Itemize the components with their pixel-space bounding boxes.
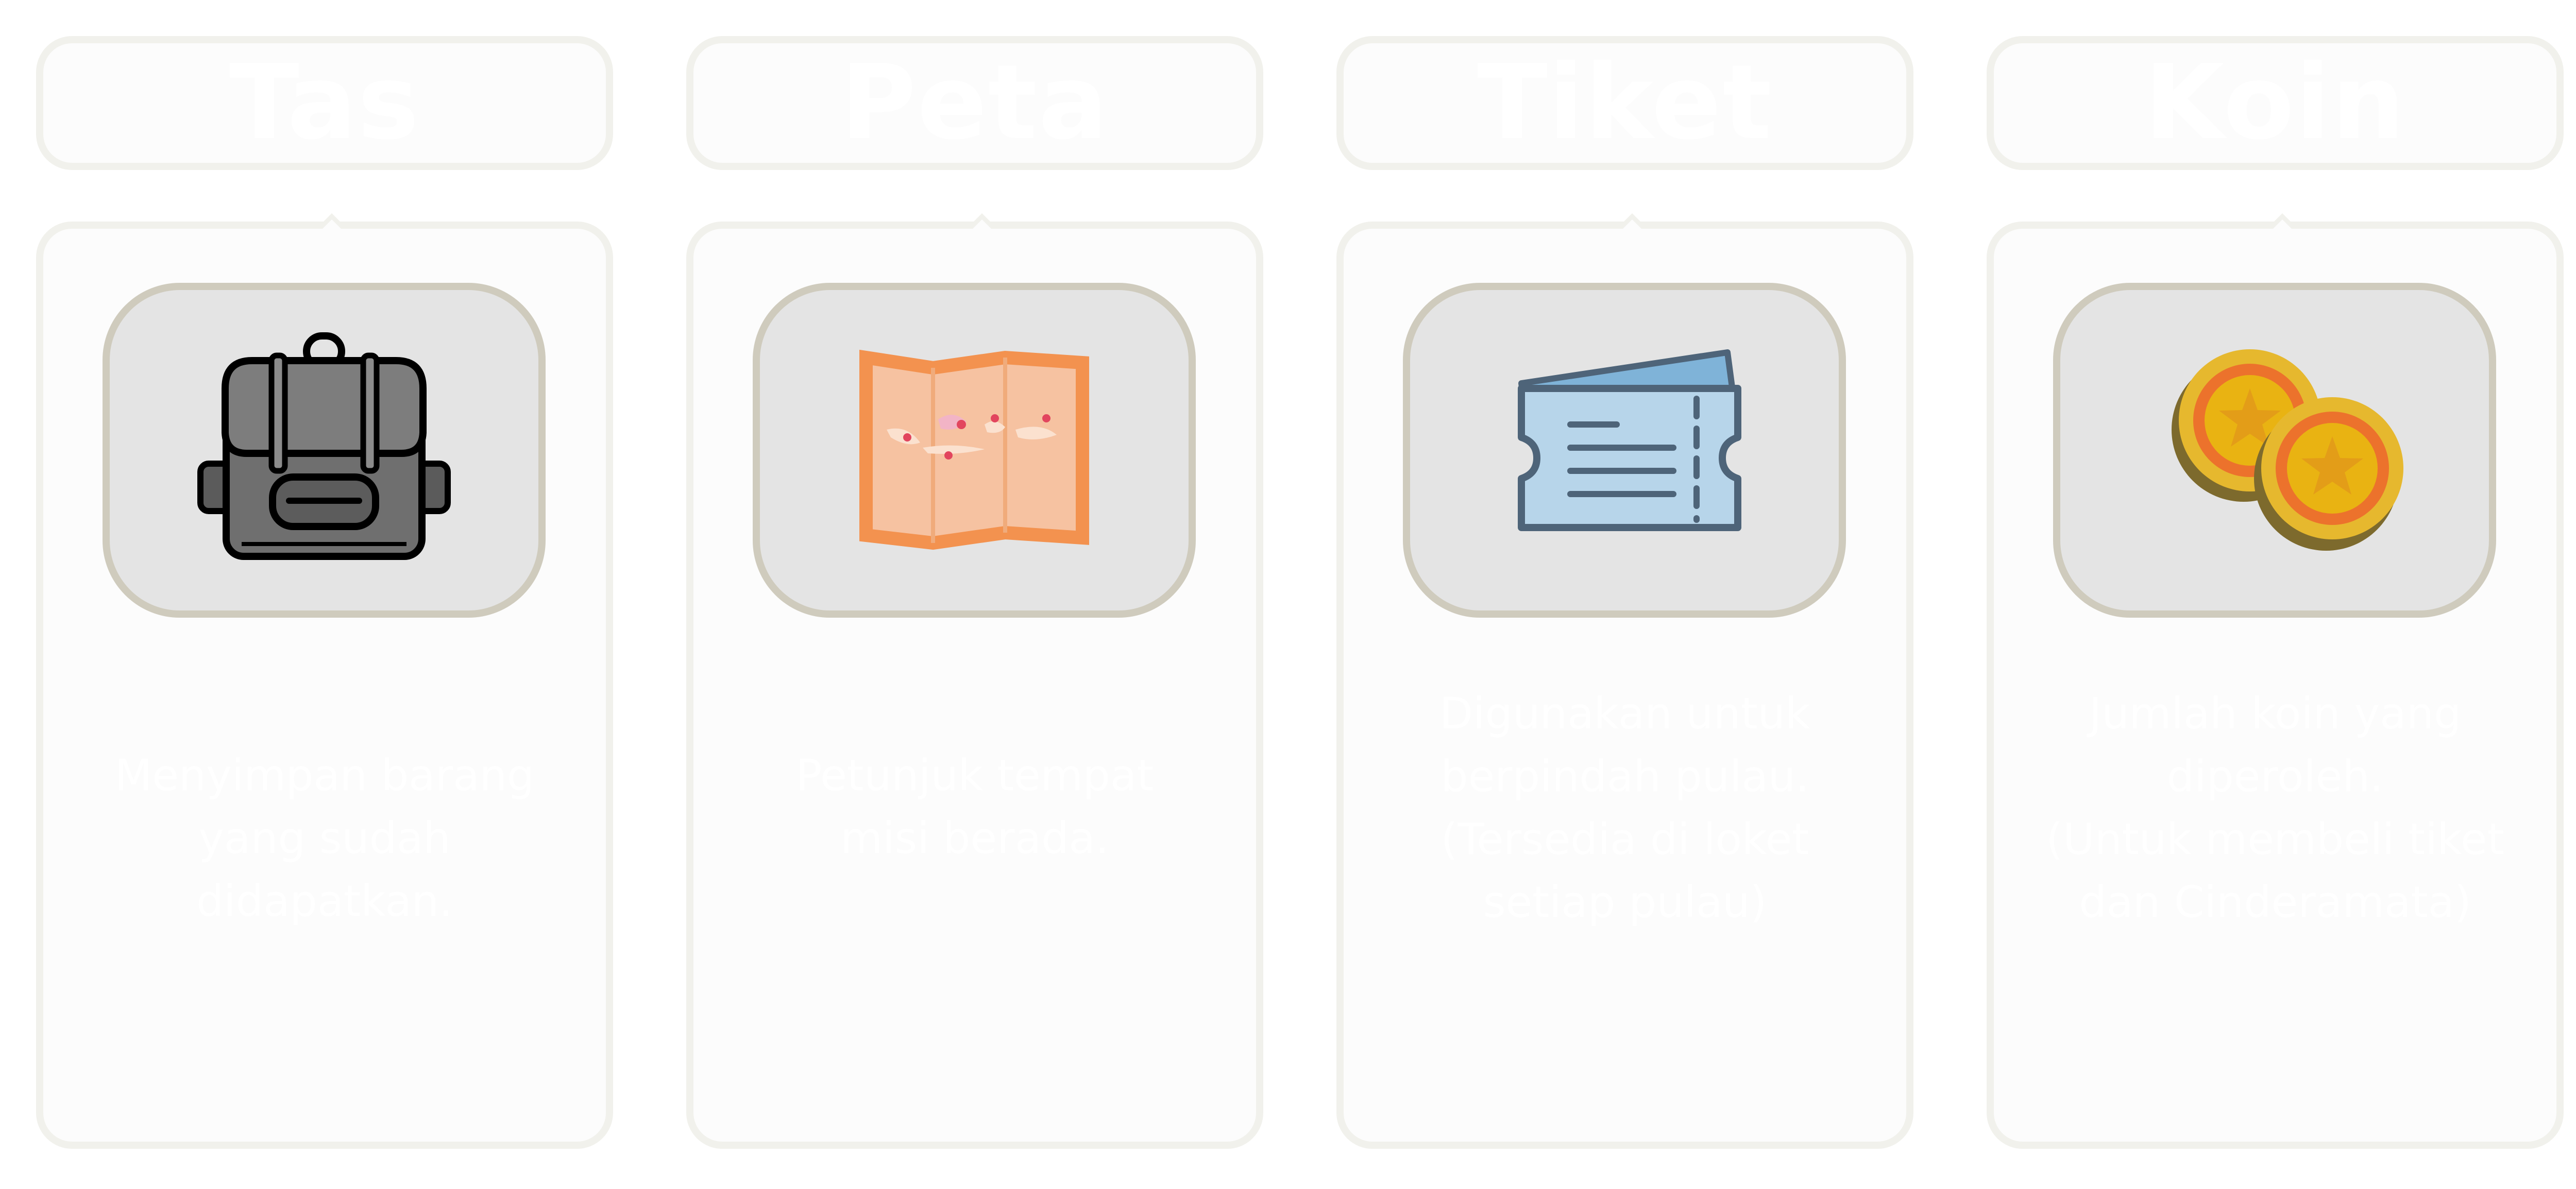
ticket-icon — [1518, 349, 1741, 531]
description-line: dan Cinderamata) — [2079, 877, 2471, 927]
title-card-koin[interactable]: Koin — [1987, 36, 2564, 170]
card-pointer — [967, 213, 997, 230]
card-tas: Tas Menyimpan barang yang sudah didapatk… — [36, 0, 613, 1189]
card-title: Peta — [840, 43, 1109, 163]
description-line: Menyimpan barang — [114, 750, 535, 801]
card-description: Digunakan untuk berpindah pulau. (Tersed… — [1375, 682, 1875, 933]
card-peta: Peta Petunjuk tempat misi berada. — [686, 0, 1263, 1189]
info-card-koin: Jumlah koin yang diperoleh. (Untuk membe… — [1987, 213, 2564, 1149]
card-title: Koin — [2144, 43, 2406, 163]
backpack-icon — [197, 332, 451, 560]
description-line: (Untuk membeli tiket — [2046, 814, 2504, 864]
info-card-peta: Petunjuk tempat misi berada. — [686, 213, 1263, 1149]
title-card-tiket[interactable]: Tiket — [1336, 36, 1913, 170]
icon-frame-tas[interactable] — [103, 283, 546, 618]
coins-icon — [2172, 349, 2403, 551]
description-line: Petunjuk tempat — [795, 750, 1154, 801]
card-title: Tiket — [1477, 43, 1773, 163]
description-line: diperoleh. — [2166, 751, 2384, 802]
card-description: Petunjuk tempat misi berada. — [724, 744, 1225, 870]
icon-frame-tiket[interactable] — [1403, 283, 1846, 618]
card-description: Menyimpan barang yang sudah didapatkan. — [74, 744, 575, 932]
map-icon — [859, 349, 1089, 550]
title-card-peta[interactable]: Peta — [686, 36, 1263, 170]
card-pointer — [316, 213, 347, 230]
icon-frame-koin[interactable] — [2053, 283, 2496, 618]
description-line: yang sudah didapatkan. — [196, 813, 453, 926]
icon-frame-peta[interactable] — [753, 283, 1196, 618]
description-line: misi berada. — [840, 813, 1109, 863]
card-pointer — [2267, 213, 2298, 230]
card-pointer — [1617, 213, 1648, 230]
card-koin: Koin Jumlah koin yang diperoleh. (Untuk … — [1987, 0, 2564, 1189]
description-line: (Tersedia di loket — [1440, 814, 1809, 864]
info-card-tas: Menyimpan barang yang sudah didapatkan. — [36, 213, 613, 1149]
card-description: Jumlah koin yang diperoleh. (Untuk membe… — [2025, 682, 2526, 933]
description-line: Jumlah koin yang — [2089, 688, 2462, 739]
info-card-tiket: Digunakan untuk berpindah pulau. (Tersed… — [1336, 213, 1913, 1149]
card-title: Tas — [229, 43, 420, 163]
description-line: setiap pulau) — [1483, 877, 1767, 927]
title-card-tas[interactable]: Tas — [36, 36, 613, 170]
card-tiket: Tiket Digunakan untuk berpindah pulau. (… — [1336, 0, 1913, 1189]
description-line: Digunakan untuk — [1439, 688, 1810, 739]
description-line: berpindah pulau. — [1440, 751, 1809, 802]
